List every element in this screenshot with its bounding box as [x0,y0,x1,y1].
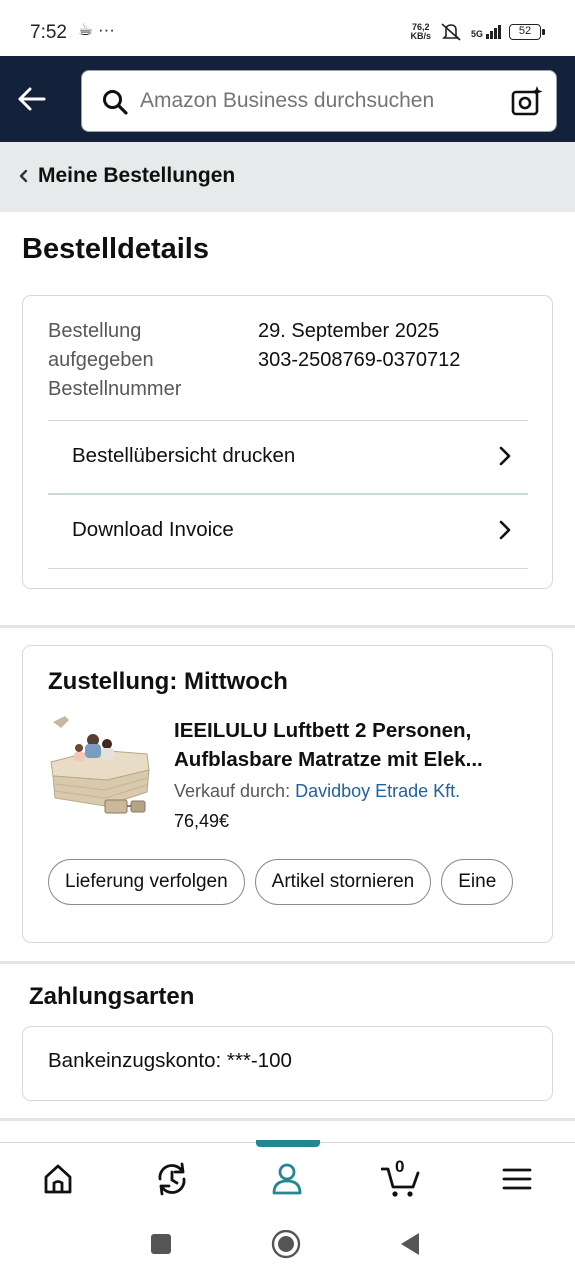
divider [48,568,528,569]
order-date: 29. September 2025 [258,320,440,342]
breadcrumb[interactable]: Meine Bestellungen [18,164,235,188]
breadcrumb-label[interactable]: Meine Bestellungen [38,164,235,188]
seller-prefix: Verkauf durch: [174,781,291,801]
cart-button[interactable]: 0 [380,1157,421,1199]
search-icon [103,90,128,115]
home-icon[interactable] [38,1159,78,1199]
status-bar: 7:52 ☕ ··· 76,2 KB/s 5G 52 [0,0,575,56]
speed-unit: KB/s [410,31,431,41]
camera-search-icon[interactable] [511,85,543,117]
active-tab-indicator [256,1140,320,1147]
seller-info: Verkauf durch: Davidboy Etrade Kft. [174,781,460,802]
more-action-button[interactable]: Eine [441,859,514,905]
back-arrow-icon[interactable] [16,83,48,115]
chevron-right-icon [499,520,511,540]
bottom-navigation: 0 [0,1140,575,1214]
network-speed: 76,2 KB/s [410,23,431,41]
back-system-icon[interactable] [398,1230,422,1258]
page-title: Bestelldetails [22,233,209,265]
buy-again-icon[interactable] [152,1159,192,1199]
battery-icon: 52 [509,24,545,40]
network-type: 5G [470,29,483,39]
recent-apps-icon[interactable] [150,1230,172,1258]
search-input[interactable] [140,71,500,131]
product-title-line1: IEEILULU Luftbett 2 Personen, [174,719,472,742]
section-separator [0,1118,575,1121]
cart-count: 0 [395,1157,405,1176]
order-placed-label-1: Bestellung [48,320,142,342]
mute-icon [441,23,461,41]
notification-icons: ☕ ··· [78,20,115,39]
product-price: 76,49€ [174,811,230,831]
product-title-line2: Aufblasbare Matratze mit Elek... [174,748,483,771]
payment-methods-title: Zahlungsarten [29,983,195,1010]
chevron-right-icon [499,446,511,466]
order-placed-label-2: aufgegeben [48,349,154,371]
order-values: 29. September 2025 303-2508769-0370712 [258,317,460,375]
signal-icon: 5G [471,25,501,39]
app-header [0,56,575,142]
payment-method-card: Bankeinzugskonto: ***-100 [22,1026,553,1101]
payment-method-text: Bankeinzugskonto: ***-100 [48,1049,292,1072]
menu-icon[interactable] [497,1159,537,1199]
home-system-icon[interactable] [270,1230,302,1262]
order-labels: Bestellung aufgegeben Bestellnummer [48,317,181,404]
delivery-title: Zustellung: Mittwoch [48,668,288,695]
print-summary-label: Bestellübersicht drucken [72,444,296,467]
delivery-card: Zustellung: Mittwoch IEEILULU Luftbett 2… [22,645,553,943]
print-summary-link[interactable]: Bestellübersicht drucken [48,421,528,491]
track-delivery-button[interactable]: Lieferung verfolgen [48,859,245,905]
status-right: 76,2 KB/s 5G 52 [410,22,545,42]
cancel-items-button[interactable]: Artikel stornieren [254,859,432,905]
order-number-label: Bestellnummer [48,378,182,400]
download-invoice-label: Download Invoice [72,518,234,541]
section-separator [0,625,575,628]
product-title[interactable]: IEEILULU Luftbett 2 Personen, Aufblasbar… [174,716,539,774]
account-icon[interactable] [267,1159,307,1199]
download-invoice-link[interactable]: Download Invoice [48,495,528,565]
status-time: 7:52 [30,22,67,43]
breadcrumb-bar: Meine Bestellungen [0,142,575,212]
seller-link[interactable]: Davidboy Etrade Kft. [295,781,460,801]
action-buttons-row: Lieferung verfolgen Artikel stornieren Ein… [48,859,535,907]
order-number: 303-2508769-0370712 [258,349,461,371]
section-separator [0,961,575,964]
product-image[interactable] [47,714,151,820]
system-navigation-bar [0,1214,575,1280]
search-bar[interactable] [81,70,557,132]
chevron-left-icon [19,169,28,183]
order-summary-card: Bestellung aufgegeben Bestellnummer 29. … [22,295,553,589]
